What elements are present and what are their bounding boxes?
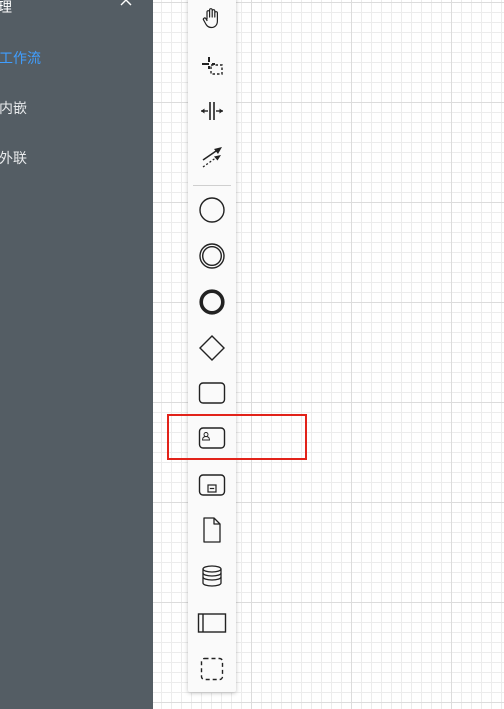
gateway-tool[interactable] <box>194 330 230 366</box>
subprocess-tool[interactable] <box>194 467 230 503</box>
participant-pool-icon <box>197 613 227 633</box>
group-tool[interactable] <box>194 651 230 687</box>
end-event-tool[interactable] <box>194 284 230 320</box>
start-event-icon <box>199 197 225 223</box>
submenu-title: 理 <box>0 0 12 16</box>
sidebar-item-workflow[interactable]: 工作流 <box>0 48 41 68</box>
space-tool[interactable] <box>194 93 230 129</box>
data-store-icon <box>202 565 222 587</box>
global-connect-tool[interactable] <box>194 139 230 175</box>
start-event-tool[interactable] <box>194 192 230 228</box>
sidebar-item-external[interactable]: 外联 <box>0 148 27 168</box>
global-connect-tool-icon <box>202 147 222 168</box>
gateway-icon <box>199 335 225 361</box>
sidebar-item-label: 外联 <box>0 151 27 167</box>
sidebar-item-embedded[interactable]: 内嵌 <box>0 98 27 118</box>
group-icon <box>200 657 224 681</box>
lasso-tool[interactable] <box>194 47 230 83</box>
intermediate-event-tool[interactable] <box>194 238 230 274</box>
sidebar-item-label: 工作流 <box>0 51 41 67</box>
hand-tool-icon <box>202 8 218 29</box>
chevron-up-icon <box>120 0 132 6</box>
data-object-icon <box>203 517 221 543</box>
intermediate-event-icon <box>199 243 225 269</box>
highlight-annotation <box>167 414 307 460</box>
subprocess-icon <box>198 474 226 496</box>
space-tool-icon <box>201 102 223 120</box>
lasso-tool-icon <box>202 57 223 75</box>
sidebar: 理 工作流 内嵌 外联 <box>0 0 153 709</box>
palette-separator <box>193 185 231 186</box>
data-object-tool[interactable] <box>194 512 230 548</box>
submenu-header[interactable]: 理 <box>0 0 153 16</box>
sidebar-item-label: 内嵌 <box>0 101 27 117</box>
task-icon <box>198 382 226 404</box>
data-store-tool[interactable] <box>194 558 230 594</box>
participant-pool-tool[interactable] <box>194 605 230 641</box>
hand-tool[interactable] <box>194 0 230 36</box>
end-event-icon <box>199 289 225 315</box>
task-tool[interactable] <box>194 375 230 411</box>
